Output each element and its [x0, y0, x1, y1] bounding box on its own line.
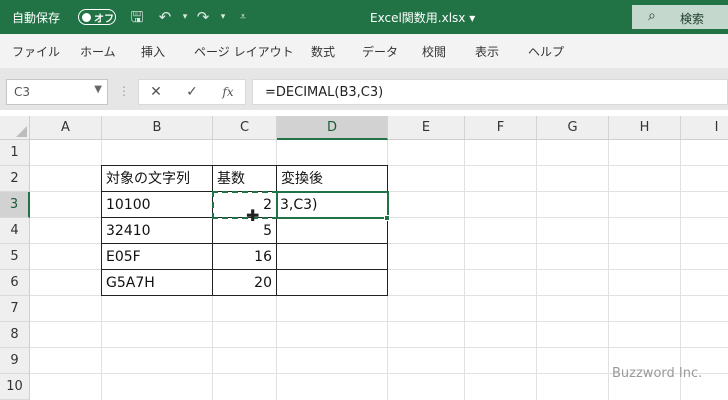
customize-toolbar-icon[interactable]: ⩡	[234, 8, 252, 26]
table-header-base[interactable]: 基数	[213, 166, 276, 192]
save-icon[interactable]: 🖫	[128, 8, 146, 26]
row-header-8[interactable]: 8	[0, 322, 30, 348]
autosave-state: オフ	[94, 14, 114, 25]
column-header-i[interactable]: I	[681, 116, 728, 140]
tab-data[interactable]: データ	[362, 43, 398, 60]
gridline	[608, 140, 609, 400]
tab-page-layout[interactable]: ページ レイアウト	[194, 43, 294, 60]
row-header-7[interactable]: 7	[0, 296, 30, 322]
redo-dropdown-icon[interactable]: ▾	[214, 8, 232, 26]
gridline	[680, 140, 681, 400]
cell-b3[interactable]: 10100	[102, 192, 212, 218]
name-box-value: C3	[14, 85, 31, 99]
row-header-4[interactable]: 4	[0, 218, 30, 244]
ribbon-tabs: ファイル ホーム 挿入 ページ レイアウト 数式 データ 校閲 表示 ヘルプ	[0, 34, 728, 68]
formula-buttons: ✕ ✓ fx	[138, 79, 246, 105]
cell-d6[interactable]	[277, 270, 387, 296]
cell-b6[interactable]: G5A7H	[102, 270, 212, 296]
row-header-10[interactable]: 10	[0, 374, 30, 400]
enter-check-icon[interactable]: ✓	[181, 82, 203, 102]
spreadsheet-grid: A B C D E F G H I 1 2 3 4 5 6 7 8 9 10 対…	[0, 116, 728, 400]
table-header-text[interactable]: 対象の文字列	[102, 166, 212, 192]
gridline	[536, 140, 537, 400]
cell-c6[interactable]: 20	[213, 270, 276, 296]
reference-marquee	[212, 191, 278, 219]
name-box[interactable]: C3 ▼	[6, 79, 108, 105]
cell-select-cursor-icon: ✚	[246, 206, 260, 225]
search-icon: ⌕	[648, 8, 656, 24]
tab-review[interactable]: 校閲	[422, 43, 446, 60]
gridline	[30, 321, 728, 322]
tab-help[interactable]: ヘルプ	[528, 43, 564, 60]
autosave-label: 自動保存	[12, 11, 61, 25]
select-all-triangle-icon	[16, 126, 27, 137]
row-header-9[interactable]: 9	[0, 348, 30, 374]
row-header-6[interactable]: 6	[0, 270, 30, 296]
title-bar: 自動保存 オフ 🖫 ↶ ▾ ↷ ▾ ⩡ Excel関数用.xlsx ▾ ⌕ 検索	[0, 0, 728, 34]
search-label: 検索	[680, 12, 705, 26]
formula-bar-splitter-icon[interactable]: ⋮	[118, 84, 130, 98]
gridline	[30, 347, 728, 348]
redo-icon[interactable]: ↷	[194, 8, 212, 26]
undo-icon[interactable]: ↶	[156, 8, 174, 26]
watermark: Buzzword Inc.	[612, 366, 703, 381]
search-box[interactable]: ⌕ 検索	[632, 5, 728, 29]
column-header-c[interactable]: C	[213, 116, 277, 140]
insert-function-icon[interactable]: fx	[217, 82, 239, 102]
column-header-d[interactable]: D	[277, 116, 388, 140]
column-header-f[interactable]: F	[465, 116, 537, 140]
formula-text: =DECIMAL(B3,C3)	[265, 85, 384, 100]
tab-formulas[interactable]: 数式	[311, 43, 335, 60]
fill-handle[interactable]	[384, 215, 390, 221]
row-header-3[interactable]: 3	[0, 192, 30, 218]
autosave-toggle[interactable]: オフ	[78, 9, 116, 25]
chevron-down-icon[interactable]: ▼	[94, 84, 102, 95]
toggle-knob	[82, 12, 91, 22]
column-header-a[interactable]: A	[30, 116, 102, 140]
cell-c5[interactable]: 16	[213, 244, 276, 270]
active-cell-border	[276, 191, 389, 219]
cell-c4[interactable]: 5	[213, 218, 276, 244]
gridline	[464, 140, 465, 400]
tab-insert[interactable]: 挿入	[141, 43, 165, 60]
column-header-g[interactable]: G	[537, 116, 609, 140]
select-all-corner[interactable]	[0, 116, 30, 140]
cell-d4[interactable]	[277, 218, 387, 244]
cell-b4[interactable]: 32410	[102, 218, 212, 244]
row-header-1[interactable]: 1	[0, 140, 30, 166]
cell-b5[interactable]: E05F	[102, 244, 212, 270]
column-header-b[interactable]: B	[102, 116, 213, 140]
table-header-result[interactable]: 変換後	[277, 166, 387, 192]
tab-file[interactable]: ファイル	[12, 43, 60, 60]
row-header-5[interactable]: 5	[0, 244, 30, 270]
formula-input[interactable]: =DECIMAL(B3,C3)	[252, 79, 728, 105]
file-name[interactable]: Excel関数用.xlsx ▾	[370, 9, 475, 26]
undo-dropdown-icon[interactable]: ▾	[176, 8, 194, 26]
cancel-icon[interactable]: ✕	[145, 82, 167, 102]
cell-d5[interactable]	[277, 244, 387, 270]
tab-home[interactable]: ホーム	[80, 43, 116, 60]
row-header-2[interactable]: 2	[0, 166, 30, 192]
tab-view[interactable]: 表示	[475, 43, 499, 60]
column-header-e[interactable]: E	[388, 116, 465, 140]
column-header-h[interactable]: H	[609, 116, 681, 140]
formula-bar: C3 ▼ ⋮ ✕ ✓ fx =DECIMAL(B3,C3)	[0, 74, 728, 110]
